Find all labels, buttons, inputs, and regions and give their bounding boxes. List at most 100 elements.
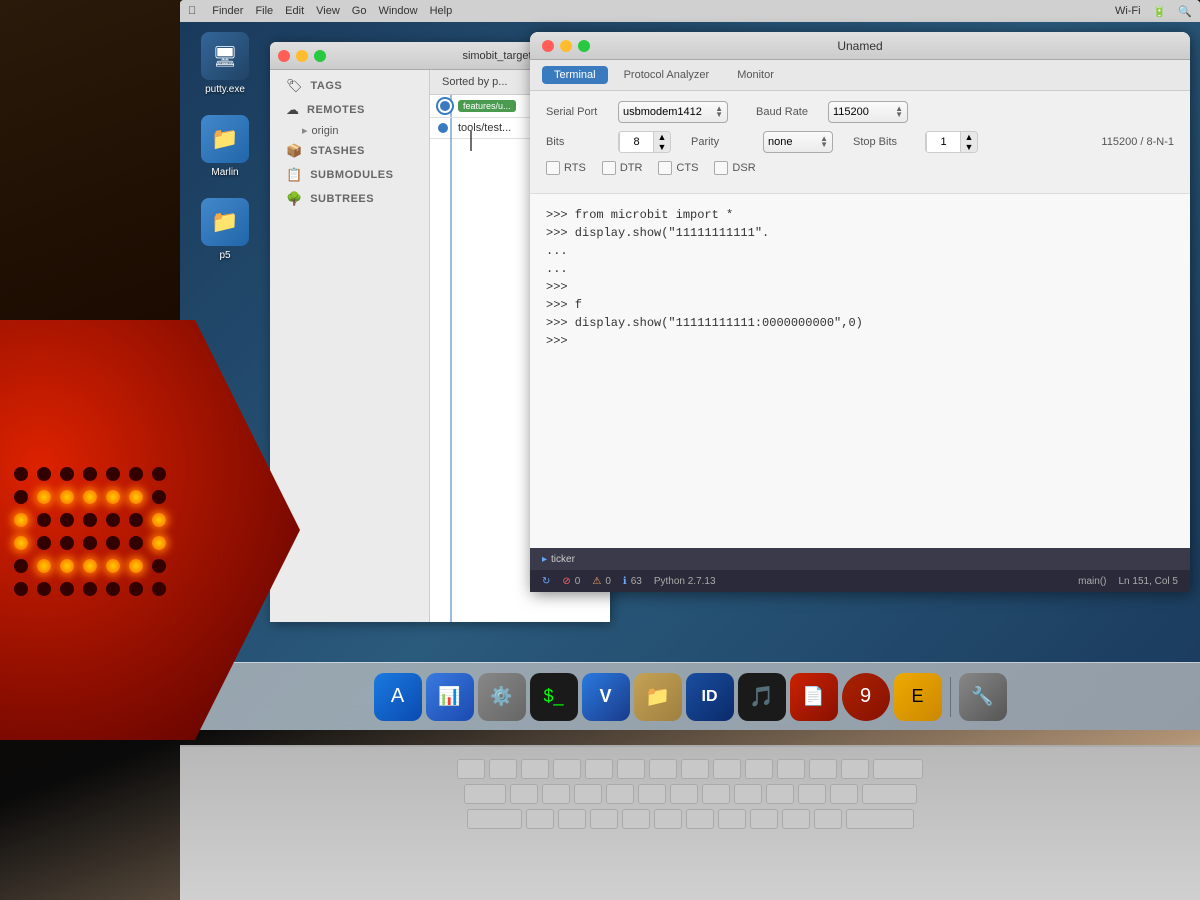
terminal-line-5: >>>	[546, 278, 1174, 296]
serial-maximize-button[interactable]	[578, 40, 590, 52]
led	[37, 467, 51, 481]
p5-icon: 📁	[201, 198, 249, 246]
tab-monitor[interactable]: Monitor	[725, 66, 786, 84]
stop-bits-stepper-btn[interactable]: ▲ ▼	[961, 132, 977, 152]
led-on	[14, 536, 28, 550]
desktop-icon-marlin[interactable]: 📁 Marlin	[190, 115, 260, 178]
desktop-icons: 🖥 putty.exe 📁 Marlin 📁 p5	[190, 32, 260, 261]
dock-spotify[interactable]: 🎵	[738, 673, 786, 721]
subtrees-icon: 🌳	[286, 191, 302, 207]
led	[129, 467, 143, 481]
terminal-line-3: ...	[546, 242, 1174, 260]
minimize-button[interactable]	[296, 50, 308, 62]
checkbox-group: RTS DTR CTS	[546, 161, 756, 175]
sidebar-item-remotes[interactable]: ☁ REMOTES	[270, 98, 429, 122]
errors-count: 0	[575, 576, 581, 587]
dock-keynote[interactable]: 📊	[426, 673, 474, 721]
close-button[interactable]	[278, 50, 290, 62]
serial-port-arrow: ▲ ▼	[715, 106, 723, 118]
serial-minimize-button[interactable]	[560, 40, 572, 52]
dtr-checkbox[interactable]	[602, 161, 616, 175]
led	[60, 536, 74, 550]
led	[106, 536, 120, 550]
led	[60, 513, 74, 527]
parity-select[interactable]: none ▲ ▼	[763, 131, 833, 153]
stop-bits-value: 1	[926, 132, 961, 152]
dock-app-store[interactable]: A	[374, 673, 422, 721]
serial-controls: Serial Port usbmodem1412 ▲ ▼ Baud Rate 1…	[530, 91, 1190, 194]
maximize-button[interactable]	[314, 50, 326, 62]
stashes-label: STASHES	[310, 145, 365, 157]
dock-separator	[950, 677, 951, 717]
control-row-2: Bits 8 ▲ ▼ Parity none ▲	[546, 131, 1174, 153]
serial-close-button[interactable]	[542, 40, 554, 52]
desktop-icon-putty[interactable]: 🖥 putty.exe	[190, 32, 260, 95]
dock-folder[interactable]: 📁	[634, 673, 682, 721]
dock-vscode[interactable]: V	[582, 673, 630, 721]
dock-acrobat[interactable]: 📄	[790, 673, 838, 721]
led	[83, 467, 97, 481]
dock-system-prefs[interactable]: ⚙️	[478, 673, 526, 721]
reconnect-icon[interactable]: ↻	[542, 576, 550, 587]
cts-checkbox[interactable]	[658, 161, 672, 175]
led	[14, 582, 28, 596]
rts-checkbox[interactable]	[546, 161, 560, 175]
baud-rate-label: Baud Rate	[756, 106, 816, 118]
sidebar-item-origin[interactable]: ▸ origin	[270, 122, 429, 139]
terminal-line-1: >>> from microbit import *	[546, 206, 1174, 224]
dsr-checkbox-item[interactable]: DSR	[714, 161, 755, 175]
sorted-by-label: Sorted by	[442, 76, 489, 88]
dtr-checkbox-item[interactable]: DTR	[602, 161, 643, 175]
sidebar-item-tags[interactable]: 🏷 TAGS	[270, 74, 429, 98]
dock-screwdriver[interactable]: 🔧	[959, 673, 1007, 721]
info-item: ℹ 63	[623, 576, 642, 587]
desktop-icon-p5[interactable]: 📁 p5	[190, 198, 260, 261]
led	[152, 582, 166, 596]
led	[83, 536, 97, 550]
remotes-label: REMOTES	[307, 104, 365, 116]
origin-label: origin	[312, 125, 339, 137]
stop-bits-stepper[interactable]: 1 ▲ ▼	[925, 131, 978, 153]
marlin-label: Marlin	[211, 167, 238, 178]
bits-stepper-btn[interactable]: ▲ ▼	[654, 132, 670, 152]
bits-label: Bits	[546, 136, 606, 148]
led	[129, 513, 143, 527]
language-label: Python 2.7.13	[654, 576, 716, 587]
dock-bankid[interactable]: ID	[686, 673, 734, 721]
dtr-label: DTR	[620, 162, 643, 174]
hex-board-container	[0, 320, 380, 820]
terminal-output[interactable]: >>> from microbit import * >>> display.s…	[530, 194, 1190, 548]
marlin-icon: 📁	[201, 115, 249, 163]
baud-rate-select[interactable]: 115200 ▲ ▼	[828, 101, 908, 123]
led-on	[83, 490, 97, 504]
led	[106, 467, 120, 481]
dock-terminal[interactable]: $_	[530, 673, 578, 721]
dsr-checkbox[interactable]	[714, 161, 728, 175]
sidebar-item-submodules[interactable]: 📋 SUBMODULES	[270, 163, 429, 187]
info-count: 63	[631, 576, 642, 587]
led-on	[106, 490, 120, 504]
tab-protocol-analyzer[interactable]: Protocol Analyzer	[612, 66, 722, 84]
dsr-label: DSR	[732, 162, 755, 174]
serial-port-select[interactable]: usbmodem1412 ▲ ▼	[618, 101, 728, 123]
stashes-icon: 📦	[286, 143, 302, 159]
sidebar-item-subtrees[interactable]: 🌳 SUBTREES	[270, 187, 429, 211]
led	[129, 536, 143, 550]
rts-checkbox-item[interactable]: RTS	[546, 161, 586, 175]
tab-terminal[interactable]: Terminal	[542, 66, 608, 84]
terminal-line-7: >>> display.show("11111111111:0000000000…	[546, 314, 1174, 332]
errors-item: ⊘ 0	[562, 576, 580, 587]
dock-app9[interactable]: 9	[842, 673, 890, 721]
serial-terminal-window: Unamed Terminal Protocol Analyzer Monito…	[530, 32, 1190, 592]
led-on	[60, 490, 74, 504]
remotes-icon: ☁	[286, 102, 299, 118]
stop-bits-label: Stop Bits	[853, 136, 913, 148]
bits-stepper[interactable]: 8 ▲ ▼	[618, 131, 671, 153]
led	[129, 582, 143, 596]
cts-checkbox-item[interactable]: CTS	[658, 161, 698, 175]
led-on	[129, 559, 143, 573]
submodules-icon: 📋	[286, 167, 302, 183]
baud-summary: 115200 / 8-N-1	[1101, 136, 1174, 148]
dock-app10[interactable]: E	[894, 673, 942, 721]
sidebar-item-stashes[interactable]: 📦 STASHES	[270, 139, 429, 163]
